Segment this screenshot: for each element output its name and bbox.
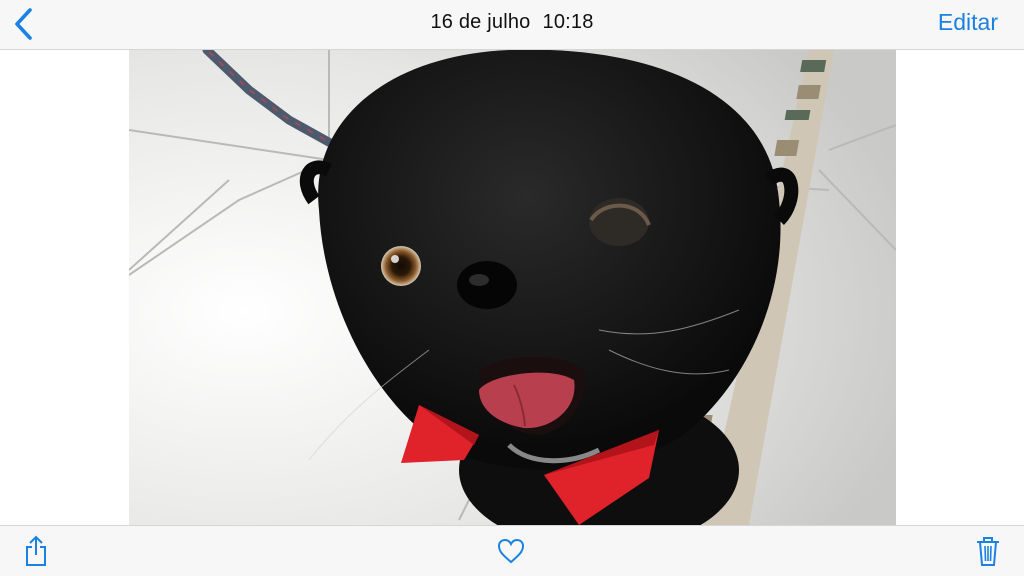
photo-time: 10:18 (542, 11, 594, 33)
favorite-button[interactable] (493, 534, 529, 568)
navigation-bar: 16 de julho 10:18 Editar (0, 0, 1024, 50)
share-icon (26, 535, 46, 566)
dog-photo-image (129, 50, 896, 525)
photo-date: 16 de julho (430, 11, 531, 33)
trash-icon (977, 537, 999, 566)
photo-date-title: 16 de julho 10:18 (0, 11, 1024, 34)
share-button[interactable] (18, 534, 54, 568)
delete-button[interactable] (970, 534, 1006, 568)
photo-view[interactable] (129, 50, 896, 525)
bottom-toolbar (0, 525, 1024, 576)
heart-icon (497, 538, 525, 564)
edit-button[interactable]: Editar (938, 9, 998, 36)
